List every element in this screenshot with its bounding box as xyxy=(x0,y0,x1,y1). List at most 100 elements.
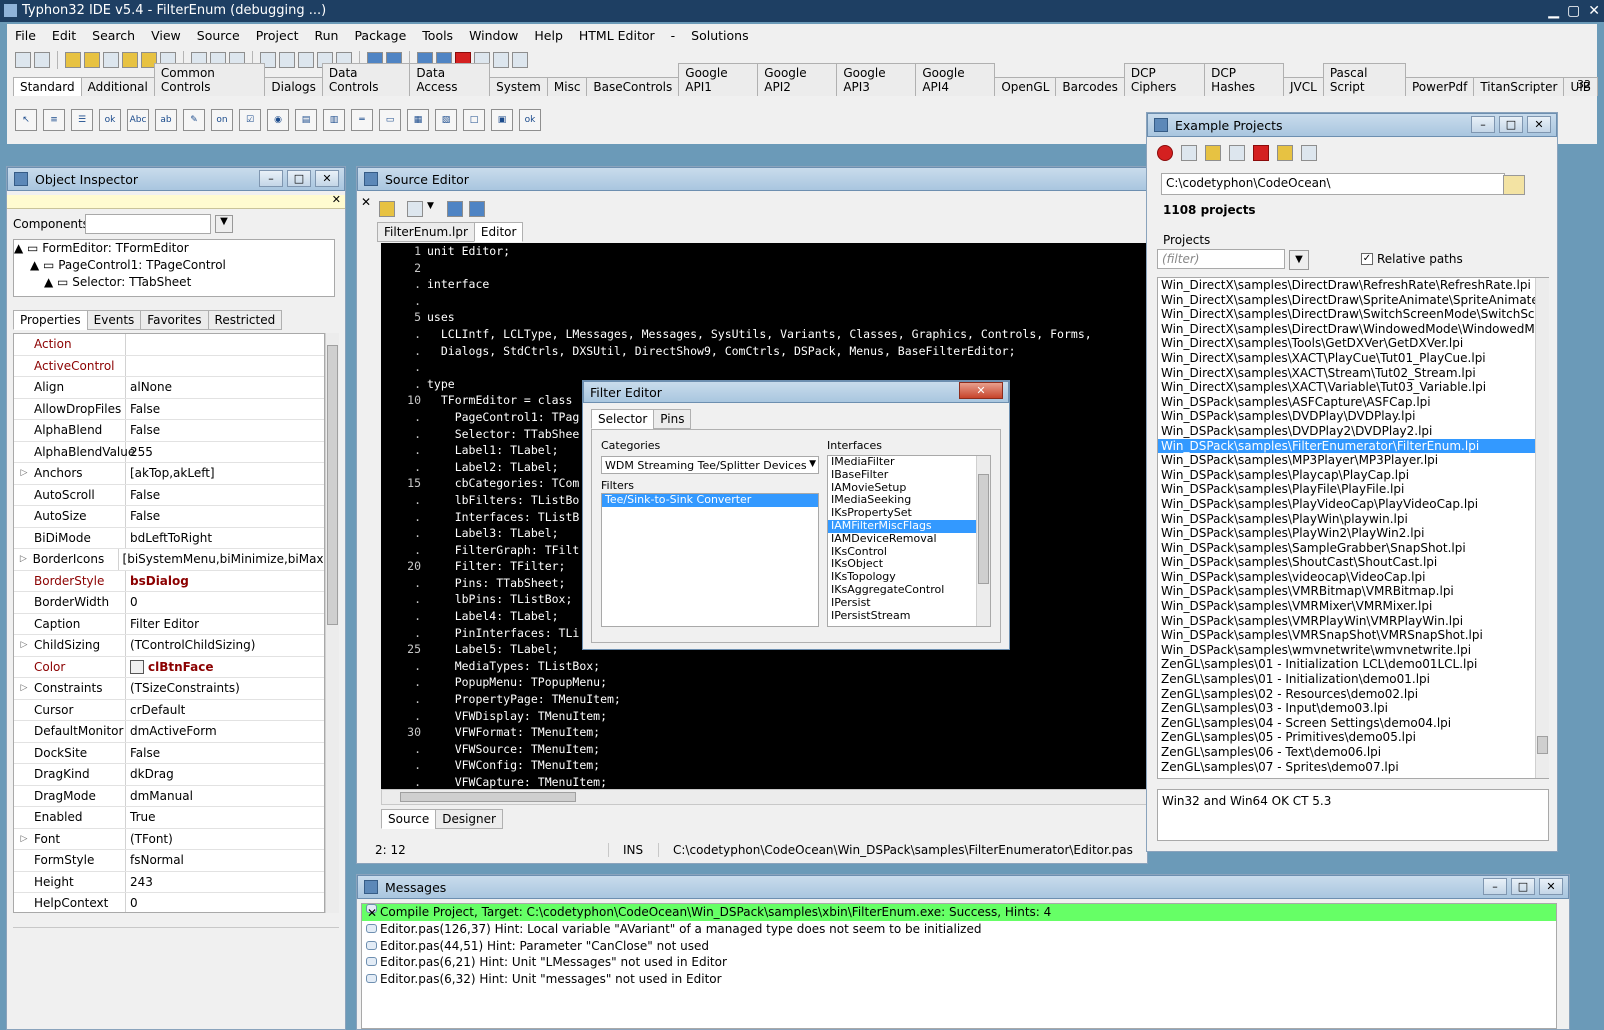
project-item[interactable]: Win_DSPack\samples\FilterEnumerator\Filt… xyxy=(1158,438,1548,454)
interface-item[interactable]: IAMFilterMiscFlags xyxy=(828,519,990,533)
tab-designer[interactable]: Designer xyxy=(435,809,503,829)
close-icon[interactable]: ✕ xyxy=(1588,0,1600,22)
new-file-icon[interactable] xyxy=(15,52,31,68)
close-icon[interactable]: ✕ xyxy=(959,382,1003,399)
maximize-icon[interactable]: □ xyxy=(1499,116,1523,133)
property-value[interactable]: 255 xyxy=(126,445,153,459)
component-tab[interactable]: Dialogs xyxy=(264,77,323,96)
component-tab[interactable]: Data Access xyxy=(409,63,491,96)
property-row[interactable]: HelpContext 0 xyxy=(14,893,324,912)
component-tab[interactable]: OpenGL xyxy=(994,77,1057,96)
maximize-icon[interactable]: ▢ xyxy=(1567,0,1580,22)
component-tab[interactable]: TitanScripter xyxy=(1473,77,1565,96)
tab-events[interactable]: Events xyxy=(86,310,142,330)
property-value[interactable]: alNone xyxy=(126,380,172,394)
new-form-icon[interactable] xyxy=(34,52,50,68)
tab-selector[interactable]: Selector xyxy=(591,409,655,429)
project-filter-input[interactable]: (filter) xyxy=(1157,249,1285,269)
edit-component-icon[interactable]: ab xyxy=(155,109,177,131)
combobox-component-icon[interactable]: ▥ xyxy=(323,109,345,131)
close-icon[interactable]: ✕ xyxy=(1527,116,1551,133)
property-value[interactable]: (TSizeConstraints) xyxy=(126,681,240,695)
save-icon[interactable] xyxy=(122,52,138,68)
tab-source[interactable]: Source xyxy=(381,809,437,829)
property-row[interactable]: ▷ Anchors [akTop,akLeft] xyxy=(14,463,324,485)
property-value[interactable]: fsNormal xyxy=(126,853,184,867)
property-value[interactable]: False xyxy=(126,746,160,760)
tree-node[interactable]: ▲ ▭ Selector: TTabSheet xyxy=(14,274,334,291)
component-tab[interactable]: DCP Ciphers xyxy=(1123,63,1206,96)
nav-back-icon[interactable] xyxy=(447,201,463,217)
filter-icon[interactable]: ▼ xyxy=(1289,250,1309,270)
toggle-component-icon[interactable]: on xyxy=(211,109,233,131)
project-item[interactable]: Win_DSPack\samples\Playcap\PlayCap.lpi xyxy=(1158,468,1548,483)
project-item[interactable]: Win_DSPack\samples\VMRSnapShot\VMRSnapSh… xyxy=(1158,628,1548,643)
property-value[interactable]: crDefault xyxy=(126,703,185,717)
step-over-icon[interactable] xyxy=(493,52,509,68)
property-row[interactable]: Cursor crDefault xyxy=(14,699,324,721)
components-filter-input[interactable] xyxy=(85,214,211,234)
project-item[interactable]: Win_DirectX\samples\DirectDraw\WindowedM… xyxy=(1158,322,1548,337)
property-row[interactable]: ▷ Font (TFont) xyxy=(14,828,324,850)
project-item[interactable]: Win_DirectX\samples\XACT\Variable\Tut03_… xyxy=(1158,380,1548,395)
menu-item[interactable]: Run xyxy=(306,28,346,43)
component-tab[interactable]: Standard xyxy=(13,77,82,96)
scrollbar-component-icon[interactable]: ═ xyxy=(351,109,373,131)
component-tab[interactable]: Google API2 xyxy=(757,63,838,96)
checkgroup-component-icon[interactable]: ▧ xyxy=(435,109,457,131)
component-tab[interactable]: Google API4 xyxy=(915,63,996,96)
property-row[interactable]: Caption Filter Editor xyxy=(14,613,324,635)
property-row[interactable]: DefaultMonitor dmActiveForm xyxy=(14,721,324,743)
property-value[interactable]: dmActiveForm xyxy=(126,724,217,738)
maximize-icon[interactable]: □ xyxy=(287,170,311,187)
property-row[interactable]: FormStyle fsNormal xyxy=(14,850,324,872)
nav-forward-icon[interactable] xyxy=(469,201,485,217)
property-row[interactable]: Align alNone xyxy=(14,377,324,399)
project-item[interactable]: ZenGL\samples\07 - Sprites\demo07.lpi xyxy=(1158,760,1548,775)
close-icon[interactable]: ✕ xyxy=(315,170,339,187)
message-line[interactable]: ✕ Compile Project, Target: C:\codetyphon\… xyxy=(362,904,1556,921)
property-row[interactable]: Enabled True xyxy=(14,807,324,829)
minimize-icon[interactable]: ▁ xyxy=(1548,0,1559,22)
property-row[interactable]: Action xyxy=(14,334,324,356)
property-value[interactable]: bsDialog xyxy=(126,574,189,588)
message-line[interactable]: Editor.pas(44,51) Hint: Parameter "CanCl… xyxy=(362,938,1556,955)
projects-path-input[interactable]: C:\codetyphon\CodeOcean\ xyxy=(1161,173,1505,195)
project-item[interactable]: ZenGL\samples\05 - Primitives\demo05.lpi xyxy=(1158,730,1548,745)
project-item[interactable]: Win_DSPack\samples\VMRPlayWin\VMRPlayWin… xyxy=(1158,614,1548,629)
refresh-icon[interactable] xyxy=(1181,145,1197,161)
filters-list[interactable]: Tee/Sink-to-Sink Converter xyxy=(601,493,819,627)
projects-scrollbar[interactable] xyxy=(1535,278,1549,778)
settings-icon[interactable] xyxy=(1301,145,1317,161)
menu-item[interactable]: Tools xyxy=(414,28,461,43)
component-tab[interactable]: Misc xyxy=(546,77,588,96)
code-hscrollbar[interactable] xyxy=(381,789,1147,805)
interface-item[interactable]: IPersist xyxy=(828,596,990,610)
property-value[interactable]: (TControlChildSizing) xyxy=(126,638,255,652)
memo-component-icon[interactable]: ✎ xyxy=(183,109,205,131)
property-value[interactable]: False xyxy=(126,509,160,523)
actionlist-component-icon[interactable]: ok xyxy=(519,109,541,131)
project-item[interactable]: Win_DirectX\samples\DirectDraw\SwitchScr… xyxy=(1158,307,1548,322)
project-item[interactable]: Win_DSPack\samples\videocap\VideoCap.lpi xyxy=(1158,570,1548,585)
property-value[interactable]: clBtnFace xyxy=(126,660,214,674)
property-row[interactable]: ▷ BorderIcons [biSystemMenu,biMinimize,biM… xyxy=(14,549,324,571)
property-value[interactable]: [biSystemMenu,biMinimize,biMaxim xyxy=(119,552,324,566)
property-value[interactable]: bdLeftToRight xyxy=(126,531,212,545)
tab-favorites[interactable]: Favorites xyxy=(140,310,209,330)
project-item[interactable]: Win_DirectX\samples\DirectDraw\SpriteAni… xyxy=(1158,293,1548,308)
message-line[interactable]: Editor.pas(126,37) Hint: Local variable … xyxy=(362,921,1556,938)
delete-project-icon[interactable] xyxy=(1253,145,1269,161)
project-item[interactable]: ZenGL\samples\02 - Resources\demo02.lpi xyxy=(1158,687,1548,702)
project-item[interactable]: ZenGL\samples\01 - Initialization LCL\de… xyxy=(1158,657,1548,672)
panel-component-icon[interactable]: □ xyxy=(463,109,485,131)
property-row[interactable]: ActiveControl xyxy=(14,355,324,377)
interface-item[interactable]: IPersistStream xyxy=(828,609,990,623)
property-row[interactable]: BiDiMode bdLeftToRight xyxy=(14,527,324,549)
component-tab[interactable]: Common Controls xyxy=(153,63,266,96)
project-item[interactable]: Win_DSPack\samples\PlayWin\playwin.lpi xyxy=(1158,512,1548,527)
component-tab[interactable]: System xyxy=(489,77,548,96)
component-tab[interactable]: Google API1 xyxy=(678,63,759,96)
main-menu-component-icon[interactable]: ≡ xyxy=(43,109,65,131)
open-project-icon[interactable] xyxy=(84,52,100,68)
